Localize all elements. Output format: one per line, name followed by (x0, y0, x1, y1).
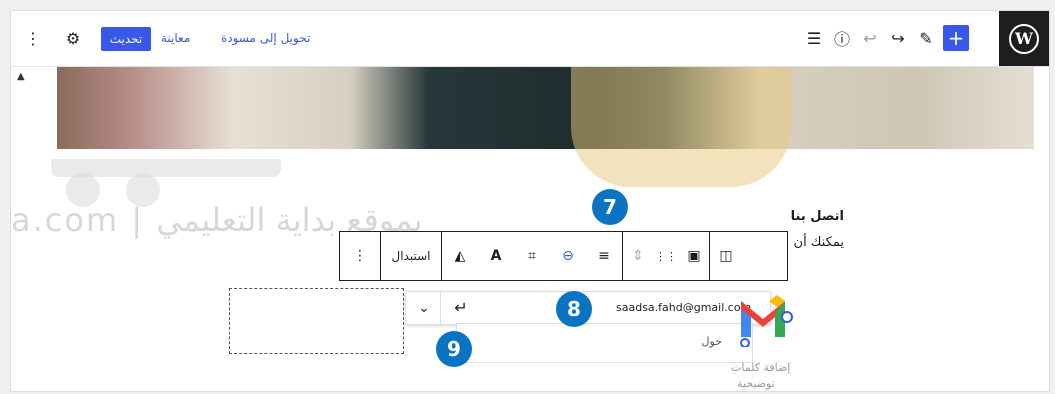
alt-text-label[interactable]: إضافة كلمات (731, 361, 790, 374)
preview-link[interactable]: معاينة (161, 31, 190, 45)
contact-paragraph[interactable]: يمكنك أن (794, 235, 844, 250)
wordpress-logo-button[interactable]: W (999, 11, 1049, 66)
watermark-gold-shape (571, 67, 791, 187)
caption-text: حول (701, 335, 722, 348)
align-icon[interactable]: ≡ (586, 232, 622, 280)
text-over-image-icon[interactable]: A (478, 232, 514, 280)
image-block-icon[interactable]: ▣ (679, 232, 709, 280)
popover-divider (440, 292, 441, 324)
add-block-button[interactable]: + (943, 25, 969, 51)
undo-icon[interactable]: ↩ (859, 25, 881, 51)
pen-icon[interactable]: ✎ (915, 25, 937, 51)
alt-text-label-2[interactable]: توضيحية (737, 377, 775, 390)
link-icon[interactable]: ⊖ (550, 232, 586, 280)
info-icon[interactable]: ⓘ (831, 25, 853, 51)
editor-top-bar: W + ✎ ↪ ↩ ⓘ ☰ ⋮ ⚙ تحديث معاينة تحويل إلى… (11, 11, 1049, 67)
wordpress-logo-icon: W (1009, 23, 1039, 54)
drag-handle-icon[interactable]: ⋮⋮ (653, 232, 679, 280)
gmail-logo-image[interactable] (733, 287, 793, 347)
chevron-down-icon[interactable]: ⌄ (410, 300, 438, 316)
link-url-input[interactable]: saadsa.fahd@gmail.com (616, 301, 751, 314)
duotone-icon[interactable]: ◭ (442, 232, 478, 280)
switch-to-draft-link[interactable]: تحويل إلى مسودة (221, 31, 310, 45)
cover-image[interactable] (57, 67, 1034, 149)
more-options-icon[interactable]: ⋮ (25, 25, 41, 51)
step-badge-9: 9 (436, 331, 472, 367)
crop-icon[interactable]: ⌗ (514, 232, 550, 280)
redo-icon[interactable]: ↪ (887, 25, 909, 51)
editor-frame: W + ✎ ↪ ↩ ⓘ ☰ ⋮ ⚙ تحديث معاينة تحويل إلى… (10, 10, 1050, 392)
caption-field[interactable]: حول (456, 323, 753, 363)
list-view-icon[interactable]: ☰ (803, 25, 825, 51)
scroll-up-arrow-icon[interactable]: ▲ (17, 71, 25, 82)
block-toolbar: ⋮ استبدال ◭ A ⌗ ⊖ ≡ ⇕ ⋮⋮ ▣ ◫ (339, 231, 788, 281)
step-badge-8: 8 (556, 291, 592, 327)
submit-link-icon[interactable]: ↵ (448, 298, 474, 317)
step-badge-7: 7 (592, 189, 628, 225)
contact-heading[interactable]: اتصل بنا (791, 209, 844, 224)
block-options-icon[interactable]: ⋮ (340, 232, 380, 280)
selected-image-outline (229, 288, 404, 354)
settings-gear-icon[interactable]: ⚙ (61, 25, 85, 51)
update-button[interactable]: تحديث (101, 27, 151, 51)
block-switcher-icon[interactable]: ◫ (710, 232, 742, 280)
replace-button[interactable]: استبدال (381, 232, 441, 280)
move-icon[interactable]: ⇕ (623, 232, 653, 280)
